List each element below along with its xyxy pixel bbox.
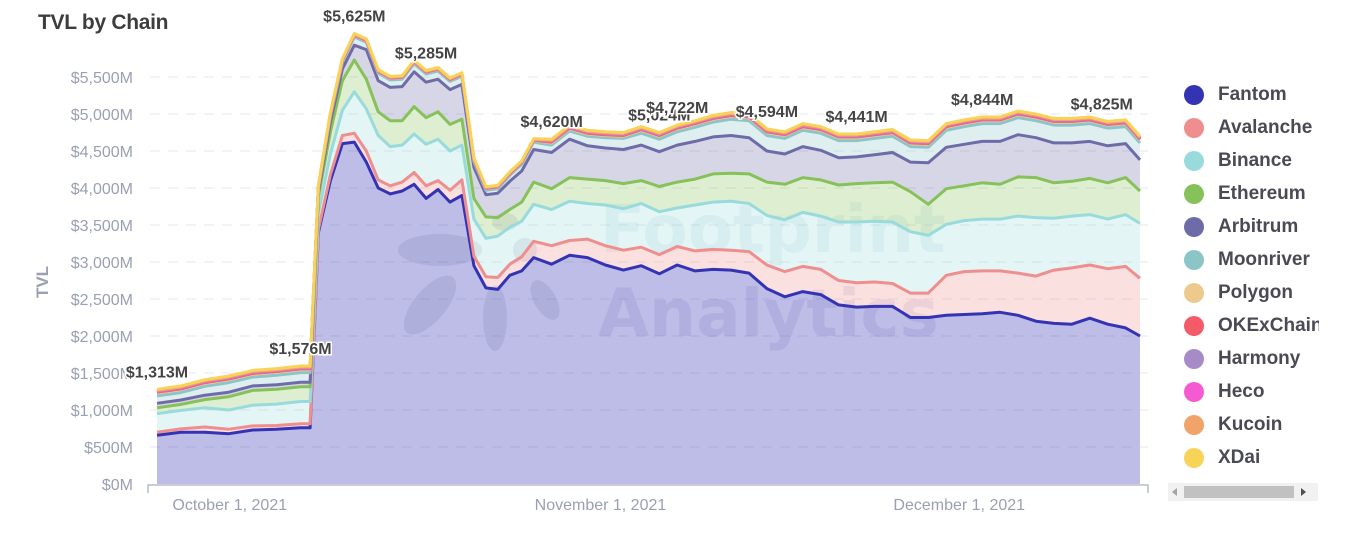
legend: Fantom Avalanche Binance Ethereum Arbitrum Mo… xyxy=(1184,78,1319,474)
legend-color-dot-icon xyxy=(1184,183,1204,204)
y-tick-label: $3,000M xyxy=(71,255,133,272)
legend-item-avalanche[interactable]: Avalanche xyxy=(1184,111,1319,144)
legend-color-dot-icon xyxy=(1184,282,1204,303)
x-axis-line xyxy=(147,484,1149,493)
y-tick-label: $4,500M xyxy=(71,144,133,161)
legend-color-dot-icon xyxy=(1184,117,1204,138)
y-tick-label: $500M xyxy=(84,440,133,457)
legend-color-dot-icon xyxy=(1184,150,1204,171)
scrollbar-thumb[interactable] xyxy=(1184,486,1294,498)
peak-label: $5,285M xyxy=(395,45,457,62)
legend-color-dot-icon xyxy=(1184,84,1204,105)
y-tick-label: $0M xyxy=(102,477,133,494)
legend-item-harmony[interactable]: Harmony xyxy=(1184,342,1319,375)
y-tick-label: $2,000M xyxy=(71,329,133,346)
peak-label: $4,722M xyxy=(646,100,708,117)
y-tick-label: $5,500M xyxy=(71,70,133,87)
legend-label: Fantom xyxy=(1218,83,1287,105)
tvl-stacked-area-chart: Footprint Analytics $0M$500M$1,000M$1,50… xyxy=(33,7,1149,514)
legend-color-dot-icon xyxy=(1184,249,1204,270)
legend-label: Binance xyxy=(1218,149,1292,171)
legend-item-okexchain[interactable]: OKExChain xyxy=(1184,309,1319,342)
y-axis-label: TVL xyxy=(33,266,52,298)
legend-item-arbitrum[interactable]: Arbitrum xyxy=(1184,210,1319,243)
legend-label: Polygon xyxy=(1218,281,1293,303)
legend-label: Harmony xyxy=(1218,347,1301,369)
legend-color-dot-icon xyxy=(1184,381,1204,402)
legend-item-ethereum[interactable]: Ethereum xyxy=(1184,177,1319,210)
legend-color-dot-icon xyxy=(1184,315,1204,336)
y-axis-ticks: $0M $500M $1,000M $1,500M $2,000M $2,500M $3,0… xyxy=(71,70,133,494)
legend-item-kucoin[interactable]: Kucoin xyxy=(1184,408,1319,441)
legend-label: Avalanche xyxy=(1218,116,1313,138)
y-tick-label: $2,500M xyxy=(71,292,133,309)
scroll-left-arrow-icon[interactable] xyxy=(1172,488,1177,496)
peak-label: $4,441M xyxy=(825,109,887,126)
legend-horizontal-scrollbar[interactable] xyxy=(1168,483,1318,501)
y-tick-label: $3,500M xyxy=(71,218,133,235)
legend-item-polygon[interactable]: Polygon xyxy=(1184,276,1319,309)
legend-item-moonriver[interactable]: Moonriver xyxy=(1184,243,1319,276)
legend-label: Ethereum xyxy=(1218,182,1306,204)
axes xyxy=(147,484,1149,493)
peak-label: $4,825M xyxy=(1071,96,1133,113)
legend-item-fantom[interactable]: Fantom xyxy=(1184,78,1319,111)
peak-label: $1,576M xyxy=(269,341,331,358)
scroll-right-arrow-icon[interactable] xyxy=(1301,488,1306,496)
x-axis-ticks: October 1, 2021 November 1, 2021 December … xyxy=(172,497,1025,514)
y-tick-label: $4,000M xyxy=(71,181,133,198)
peak-label: $5,625M xyxy=(323,8,385,25)
legend-label: Heco xyxy=(1218,380,1265,402)
x-tick-label: October 1, 2021 xyxy=(172,497,287,514)
legend-label: Moonriver xyxy=(1218,248,1310,270)
peak-label: $4,620M xyxy=(521,114,583,131)
legend-color-dot-icon xyxy=(1184,348,1204,369)
legend-item-heco[interactable]: Heco xyxy=(1184,375,1319,408)
legend-label: OKExChain xyxy=(1218,314,1319,336)
peak-label: $4,594M xyxy=(736,104,798,121)
peak-label: $4,844M xyxy=(951,92,1013,109)
y-tick-label: $1,000M xyxy=(71,403,133,420)
legend-label: Arbitrum xyxy=(1218,215,1299,237)
y-tick-label: $1,500M xyxy=(71,366,133,383)
legend-color-dot-icon xyxy=(1184,216,1204,237)
x-tick-label: November 1, 2021 xyxy=(535,497,667,514)
x-tick-label: December 1, 2021 xyxy=(893,497,1025,514)
legend-item-xdai[interactable]: XDai xyxy=(1184,441,1319,474)
y-tick-label: $5,000M xyxy=(71,107,133,124)
peak-label: $1,313M xyxy=(126,364,188,381)
legend-color-dot-icon xyxy=(1184,447,1204,468)
legend-label: Kucoin xyxy=(1218,413,1283,435)
legend-item-binance[interactable]: Binance xyxy=(1184,144,1319,177)
legend-color-dot-icon xyxy=(1184,414,1204,435)
legend-label: XDai xyxy=(1218,446,1261,468)
